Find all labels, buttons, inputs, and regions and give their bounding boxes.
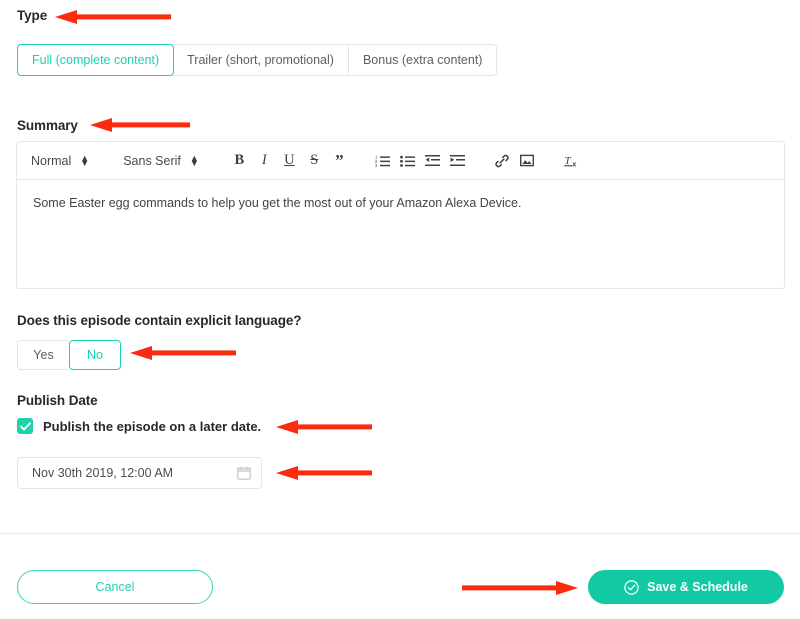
episode-publish-form: Type Full (complete content) Trailer (sh… — [0, 0, 800, 619]
indent-icon[interactable] — [445, 148, 470, 174]
clear-formatting-icon[interactable]: T x — [560, 148, 585, 174]
outdent-icon[interactable] — [420, 148, 445, 174]
publish-later-checkbox-label: Publish the episode on a later date. — [43, 418, 262, 434]
arrow-to-publish-later-checkbox — [276, 420, 372, 434]
save-and-schedule-label: Save & Schedule — [647, 580, 748, 594]
save-and-schedule-button[interactable]: Save & Schedule — [588, 570, 784, 604]
publish-date-input[interactable]: Nov 30th 2019, 12:00 AM — [17, 457, 262, 489]
check-icon — [19, 421, 31, 430]
type-option-trailer-label: Trailer (short, promotional) — [187, 53, 334, 67]
type-option-full[interactable]: Full (complete content) — [17, 44, 175, 76]
link-icon[interactable] — [490, 148, 515, 174]
block-format-value: Normal — [31, 153, 72, 168]
font-family-value: Sans Serif — [123, 153, 181, 168]
explicit-option-no[interactable]: No — [69, 340, 121, 370]
svg-text:x: x — [573, 161, 577, 168]
arrow-to-type-label — [55, 10, 171, 24]
arrow-to-save-schedule-button — [462, 581, 578, 595]
check-circle-icon — [624, 579, 639, 595]
cancel-button-label: Cancel — [95, 580, 135, 594]
publish-later-row[interactable]: Publish the episode on a later date. — [17, 418, 261, 434]
font-family-select[interactable]: Sans Serif ▲ ▼ — [123, 152, 199, 168]
cancel-button[interactable]: Cancel — [17, 570, 213, 604]
arrow-to-date-field — [276, 466, 372, 480]
image-icon[interactable] — [515, 148, 540, 174]
explicit-option-no-label: No — [87, 348, 103, 362]
bullet-list-icon[interactable] — [395, 148, 420, 174]
ordered-list-icon[interactable]: 1 2 3 — [370, 148, 395, 174]
explicit-option-yes[interactable]: Yes — [17, 340, 69, 370]
summary-editor-content[interactable]: Some Easter egg commands to help you get… — [17, 180, 784, 227]
block-format-select[interactable]: Normal ▲ ▼ — [31, 152, 90, 168]
type-option-bonus[interactable]: Bonus (extra content) — [347, 44, 498, 76]
underline-icon[interactable]: U — [277, 148, 302, 174]
chevron-updown-icon: ▲ ▼ — [189, 152, 199, 168]
type-option-bonus-label: Bonus (extra content) — [362, 53, 483, 67]
explicit-language-toggle: Yes No — [17, 340, 121, 370]
blockquote-icon[interactable]: ” — [327, 148, 352, 174]
type-option-trailer[interactable]: Trailer (short, promotional) — [173, 44, 348, 76]
calendar-icon[interactable] — [237, 466, 251, 480]
svg-text:3: 3 — [375, 163, 378, 167]
bold-icon[interactable]: B — [227, 148, 252, 174]
publish-date-value: Nov 30th 2019, 12:00 AM — [32, 466, 174, 480]
svg-text:T: T — [565, 155, 572, 167]
publish-date-label: Publish Date — [17, 393, 98, 408]
editor-toolbar: Normal ▲ ▼ Sans Serif ▲ ▼ B I U S ” 1 2 3 — [17, 142, 784, 180]
type-option-full-label: Full (complete content) — [32, 53, 160, 67]
type-segmented-control: Full (complete content) Trailer (short, … — [17, 44, 498, 76]
arrow-to-summary-label — [90, 118, 190, 132]
explicit-option-yes-label: Yes — [33, 348, 54, 362]
footer-divider — [0, 533, 800, 534]
chevron-updown-icon: ▲ ▼ — [80, 152, 90, 168]
summary-rich-text-editor: Normal ▲ ▼ Sans Serif ▲ ▼ B I U S ” 1 2 3 — [16, 141, 785, 289]
explicit-language-label: Does this episode contain explicit langu… — [17, 313, 302, 328]
italic-icon[interactable]: I — [252, 148, 277, 174]
strikethrough-icon[interactable]: S — [302, 148, 327, 174]
summary-section-label: Summary — [17, 118, 78, 133]
arrow-to-explicit-no-option — [130, 346, 236, 360]
publish-later-checkbox[interactable] — [17, 418, 33, 434]
type-section-label: Type — [17, 8, 48, 23]
